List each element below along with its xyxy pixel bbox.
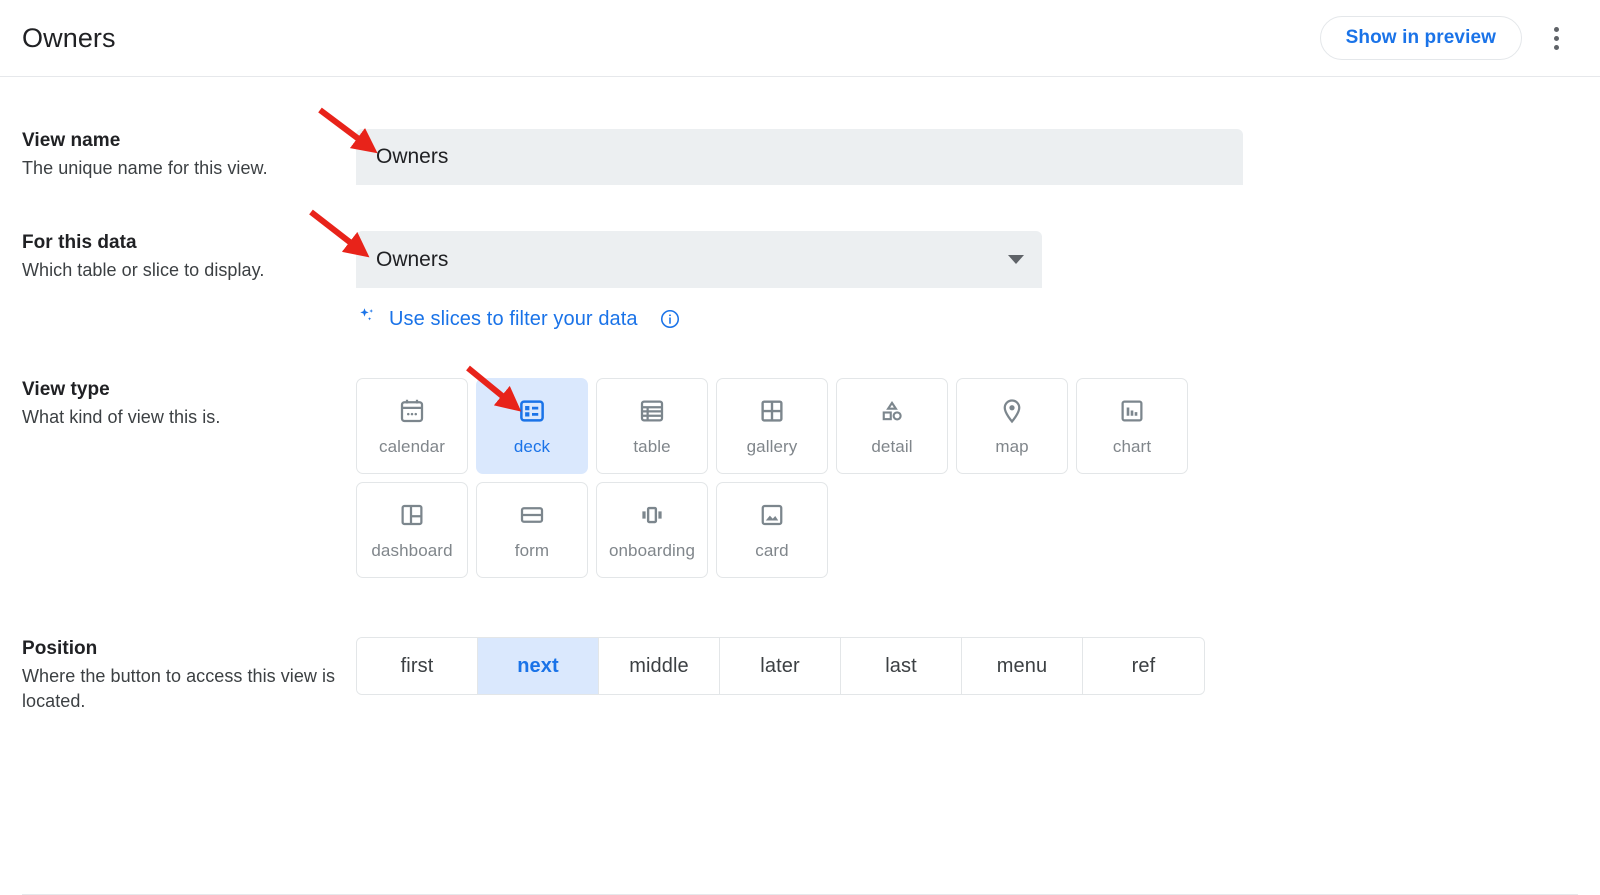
view-type-tile-label: chart [1113,437,1151,457]
dashboard-icon [397,500,427,530]
view-type-title: View type [22,378,340,402]
view-type-tile-grid: calendar deck [356,378,1256,578]
view-settings-form: View name The unique name for this view.… [0,129,1600,714]
kebab-dot [1554,45,1559,50]
position-option-later[interactable]: later [720,638,841,694]
page-title: Owners [22,23,116,54]
view-type-tile-table[interactable]: table [596,378,708,474]
position-option-first[interactable]: first [357,638,478,694]
form-row-view-type: View type What kind of view this is. [0,378,1600,578]
view-name-label-group: View name The unique name for this view. [0,129,356,181]
kebab-vertical-icon[interactable] [1536,16,1576,60]
position-title: Position [22,637,340,661]
view-name-field-group [356,129,1600,185]
show-in-preview-button[interactable]: Show in preview [1320,16,1522,60]
form-row-view-name: View name The unique name for this view. [0,129,1600,185]
calendar-icon [397,396,427,426]
position-option-ref[interactable]: ref [1083,638,1204,694]
chevron-down-icon [1008,255,1024,264]
form-icon [517,500,547,530]
bar-chart-icon [1117,396,1147,426]
shapes-detail-icon [877,396,907,426]
table-icon [637,396,667,426]
view-type-tile-map[interactable]: map [956,378,1068,474]
position-option-menu[interactable]: menu [962,638,1083,694]
position-option-last[interactable]: last [841,638,962,694]
view-name-description: The unique name for this view. [22,156,340,181]
card-image-icon [757,500,787,530]
view-type-tile-deck[interactable]: deck [476,378,588,474]
kebab-dot [1554,36,1559,41]
view-type-tile-form[interactable]: form [476,482,588,578]
sparkle-icon [356,304,380,334]
position-field-group: first next middle later last menu ref [356,637,1600,695]
for-this-data-description: Which table or slice to display. [22,258,340,283]
view-name-input[interactable] [356,129,1243,185]
position-option-middle[interactable]: middle [599,638,720,694]
for-this-data-title: For this data [22,231,340,255]
view-type-tile-label: onboarding [609,541,695,561]
view-type-tile-label: card [755,541,788,561]
view-type-tile-label: dashboard [371,541,452,561]
for-this-data-dropdown[interactable]: Owners [356,231,1042,288]
gallery-grid-icon [757,396,787,426]
position-label-group: Position Where the button to access this… [0,637,356,714]
use-slices-link[interactable]: Use slices to filter your data [356,304,681,334]
view-type-tile-gallery[interactable]: gallery [716,378,828,474]
info-circle-icon[interactable] [659,308,681,330]
view-type-tile-calendar[interactable]: calendar [356,378,468,474]
for-this-data-field-group: Owners Use slices to filter your data [356,231,1600,334]
deck-icon [517,396,547,426]
view-type-tile-chart[interactable]: chart [1076,378,1188,474]
view-type-tile-onboarding[interactable]: onboarding [596,482,708,578]
view-type-tile-label: deck [514,437,550,457]
position-option-next[interactable]: next [478,638,599,694]
view-type-tile-label: table [633,437,670,457]
form-row-position: Position Where the button to access this… [0,637,1600,714]
view-type-tile-label: calendar [379,437,445,457]
map-pin-icon [997,396,1027,426]
for-this-data-value: Owners [376,248,1008,272]
view-type-description: What kind of view this is. [22,405,340,430]
view-type-tile-card[interactable]: card [716,482,828,578]
view-type-tile-label: detail [871,437,912,457]
position-segmented-control: first next middle later last menu ref [356,637,1205,695]
form-row-for-this-data: For this data Which table or slice to di… [0,231,1600,334]
view-type-tile-label: form [515,541,549,561]
onboarding-carousel-icon [637,500,667,530]
view-type-tile-label: gallery [747,437,798,457]
view-type-tile-dashboard[interactable]: dashboard [356,482,468,578]
for-this-data-label-group: For this data Which table or slice to di… [0,231,356,283]
view-type-tile-label: map [995,437,1028,457]
view-name-title: View name [22,129,340,153]
kebab-dot [1554,27,1559,32]
use-slices-label: Use slices to filter your data [389,308,638,331]
view-type-tile-detail[interactable]: detail [836,378,948,474]
app-header: Owners Show in preview [0,0,1600,77]
view-type-label-group: View type What kind of view this is. [0,378,356,430]
view-type-field-group: calendar deck [356,378,1600,578]
position-description: Where the button to access this view is … [22,664,340,714]
